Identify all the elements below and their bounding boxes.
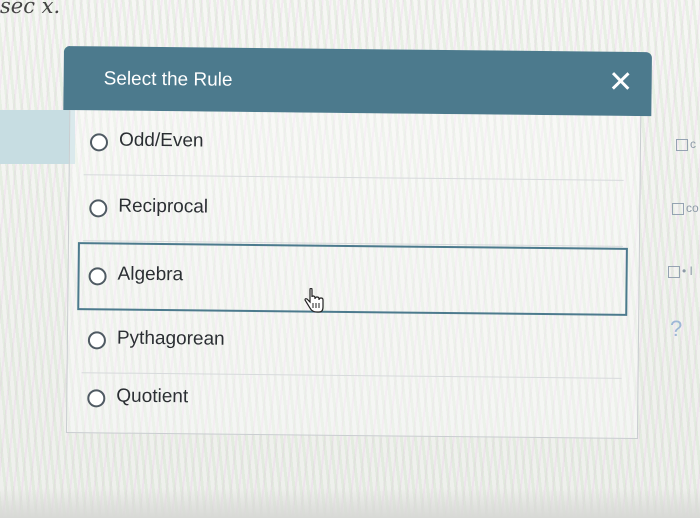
close-icon: ✕ [607, 65, 634, 99]
option-label: Pythagorean [116, 327, 225, 350]
option-odd-even[interactable]: Odd/Even [83, 110, 625, 181]
help-icon[interactable]: ? [670, 316, 682, 342]
background-math-text: sec x. [0, 0, 61, 18]
option-quotient[interactable]: Quotient [81, 366, 622, 436]
option-label: Algebra [117, 263, 184, 286]
background-fragment: co [686, 201, 699, 215]
background-fragment: c [690, 137, 696, 151]
radio-button[interactable] [88, 267, 107, 286]
radio-button[interactable] [87, 331, 107, 350]
checkbox-icon [672, 202, 684, 215]
background-fragment: • I [682, 264, 693, 278]
close-button[interactable]: ✕ [603, 66, 637, 100]
dialog-header: Select the Rule ✕ [63, 46, 652, 117]
option-label: Quotient [116, 385, 189, 408]
background-checkbox-3[interactable]: • I [668, 264, 693, 278]
options-list: Odd/Even Reciprocal Algebra Pythagorean … [65, 110, 642, 440]
option-algebra[interactable]: Algebra [77, 242, 628, 316]
select-rule-dialog: Select the Rule ✕ Odd/Even Reciprocal Al… [60, 46, 652, 440]
option-label: Odd/Even [118, 129, 204, 152]
pointer-hand-icon [304, 288, 324, 313]
background-checkbox-2[interactable]: co [672, 201, 699, 215]
background-checkbox-1[interactable]: c [676, 137, 696, 151]
radio-button[interactable] [89, 199, 108, 218]
checkbox-icon [668, 265, 680, 278]
dialog-title: Select the Rule [103, 68, 233, 91]
option-reciprocal[interactable]: Reciprocal [82, 176, 624, 247]
radio-button[interactable] [87, 389, 106, 408]
checkbox-icon [676, 138, 688, 151]
photo-shadow [0, 488, 700, 518]
option-label: Reciprocal [118, 195, 209, 218]
radio-button[interactable] [89, 133, 109, 152]
